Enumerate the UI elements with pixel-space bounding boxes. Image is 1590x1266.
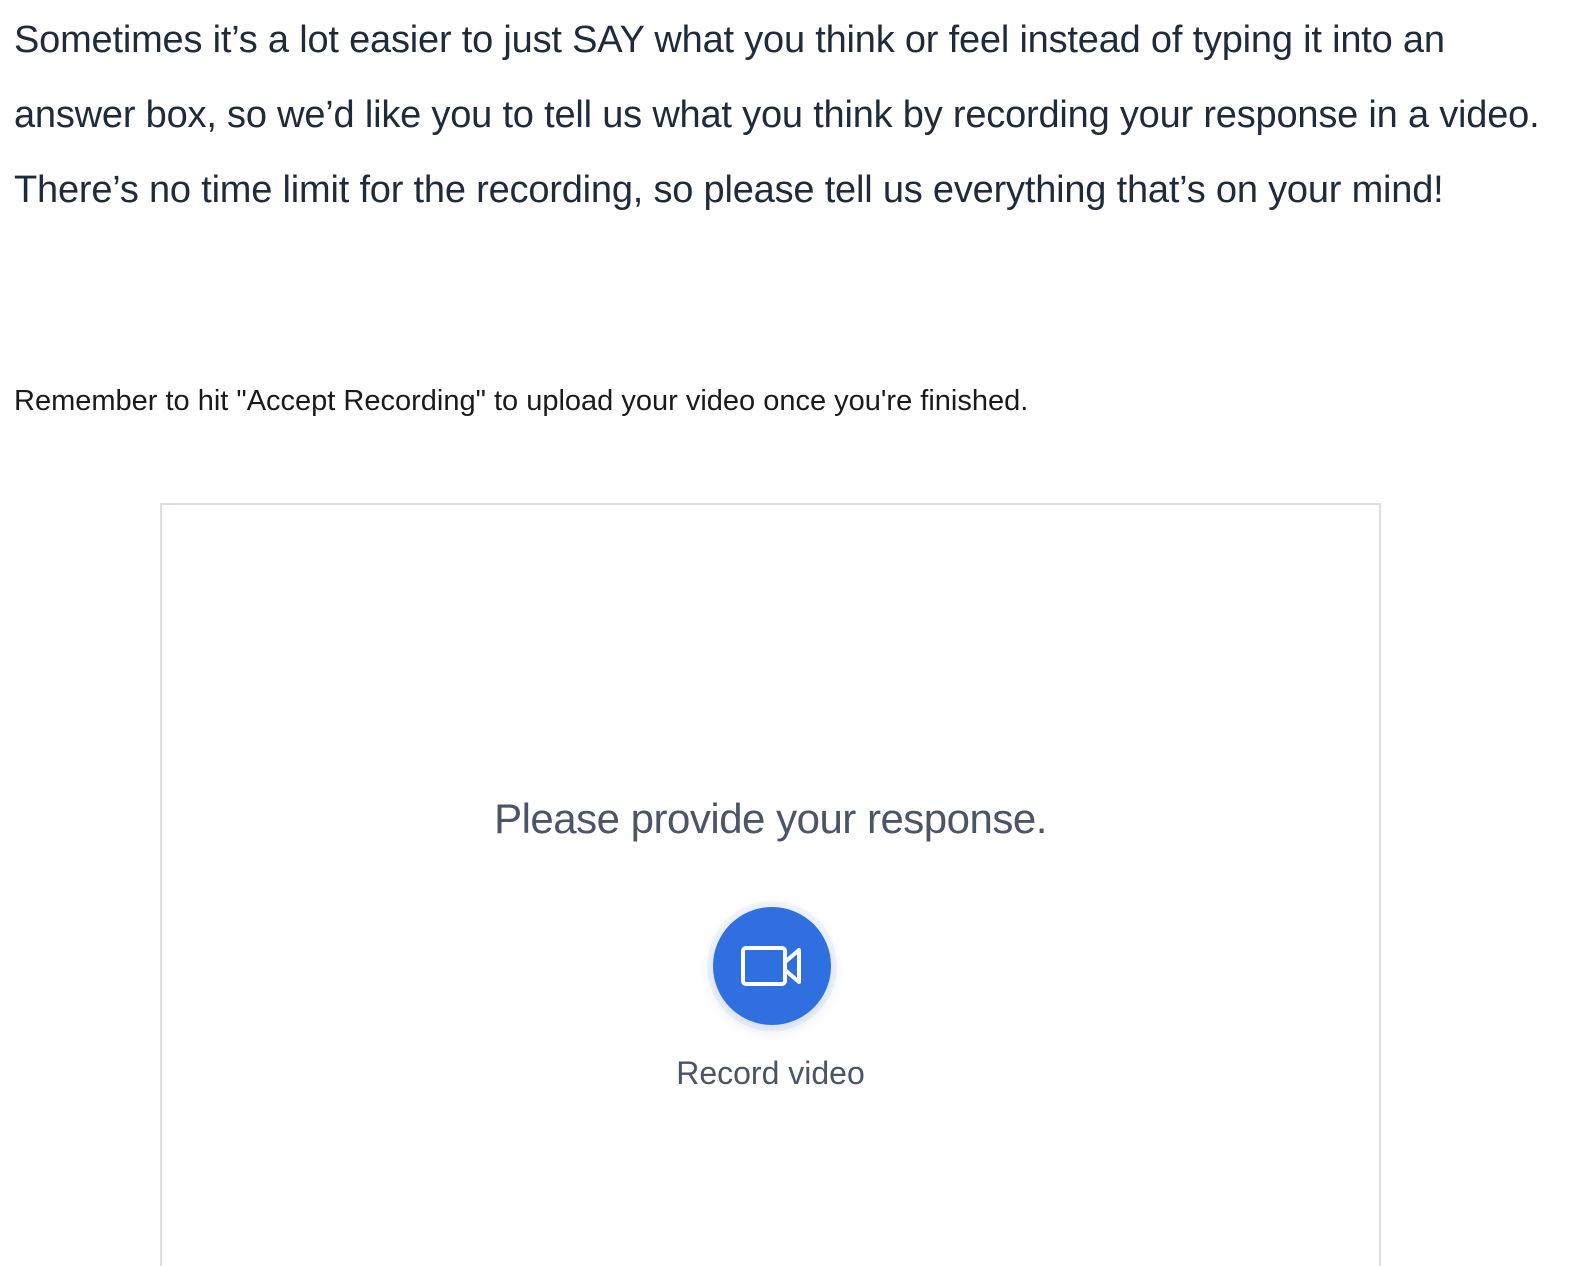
- video-camera-icon: [740, 944, 804, 988]
- record-video-label[interactable]: Record video: [162, 1053, 1379, 1093]
- instruction-text: Remember to hit "Accept Recording" to up…: [14, 385, 1029, 417]
- video-recorder-panel: Please provide your response. Record vid…: [160, 503, 1381, 1266]
- question-text: Sometimes it’s a lot easier to just SAY …: [14, 19, 1540, 211]
- record-video-button[interactable]: [713, 907, 831, 1025]
- recorder-prompt: Please provide your response.: [494, 795, 1047, 842]
